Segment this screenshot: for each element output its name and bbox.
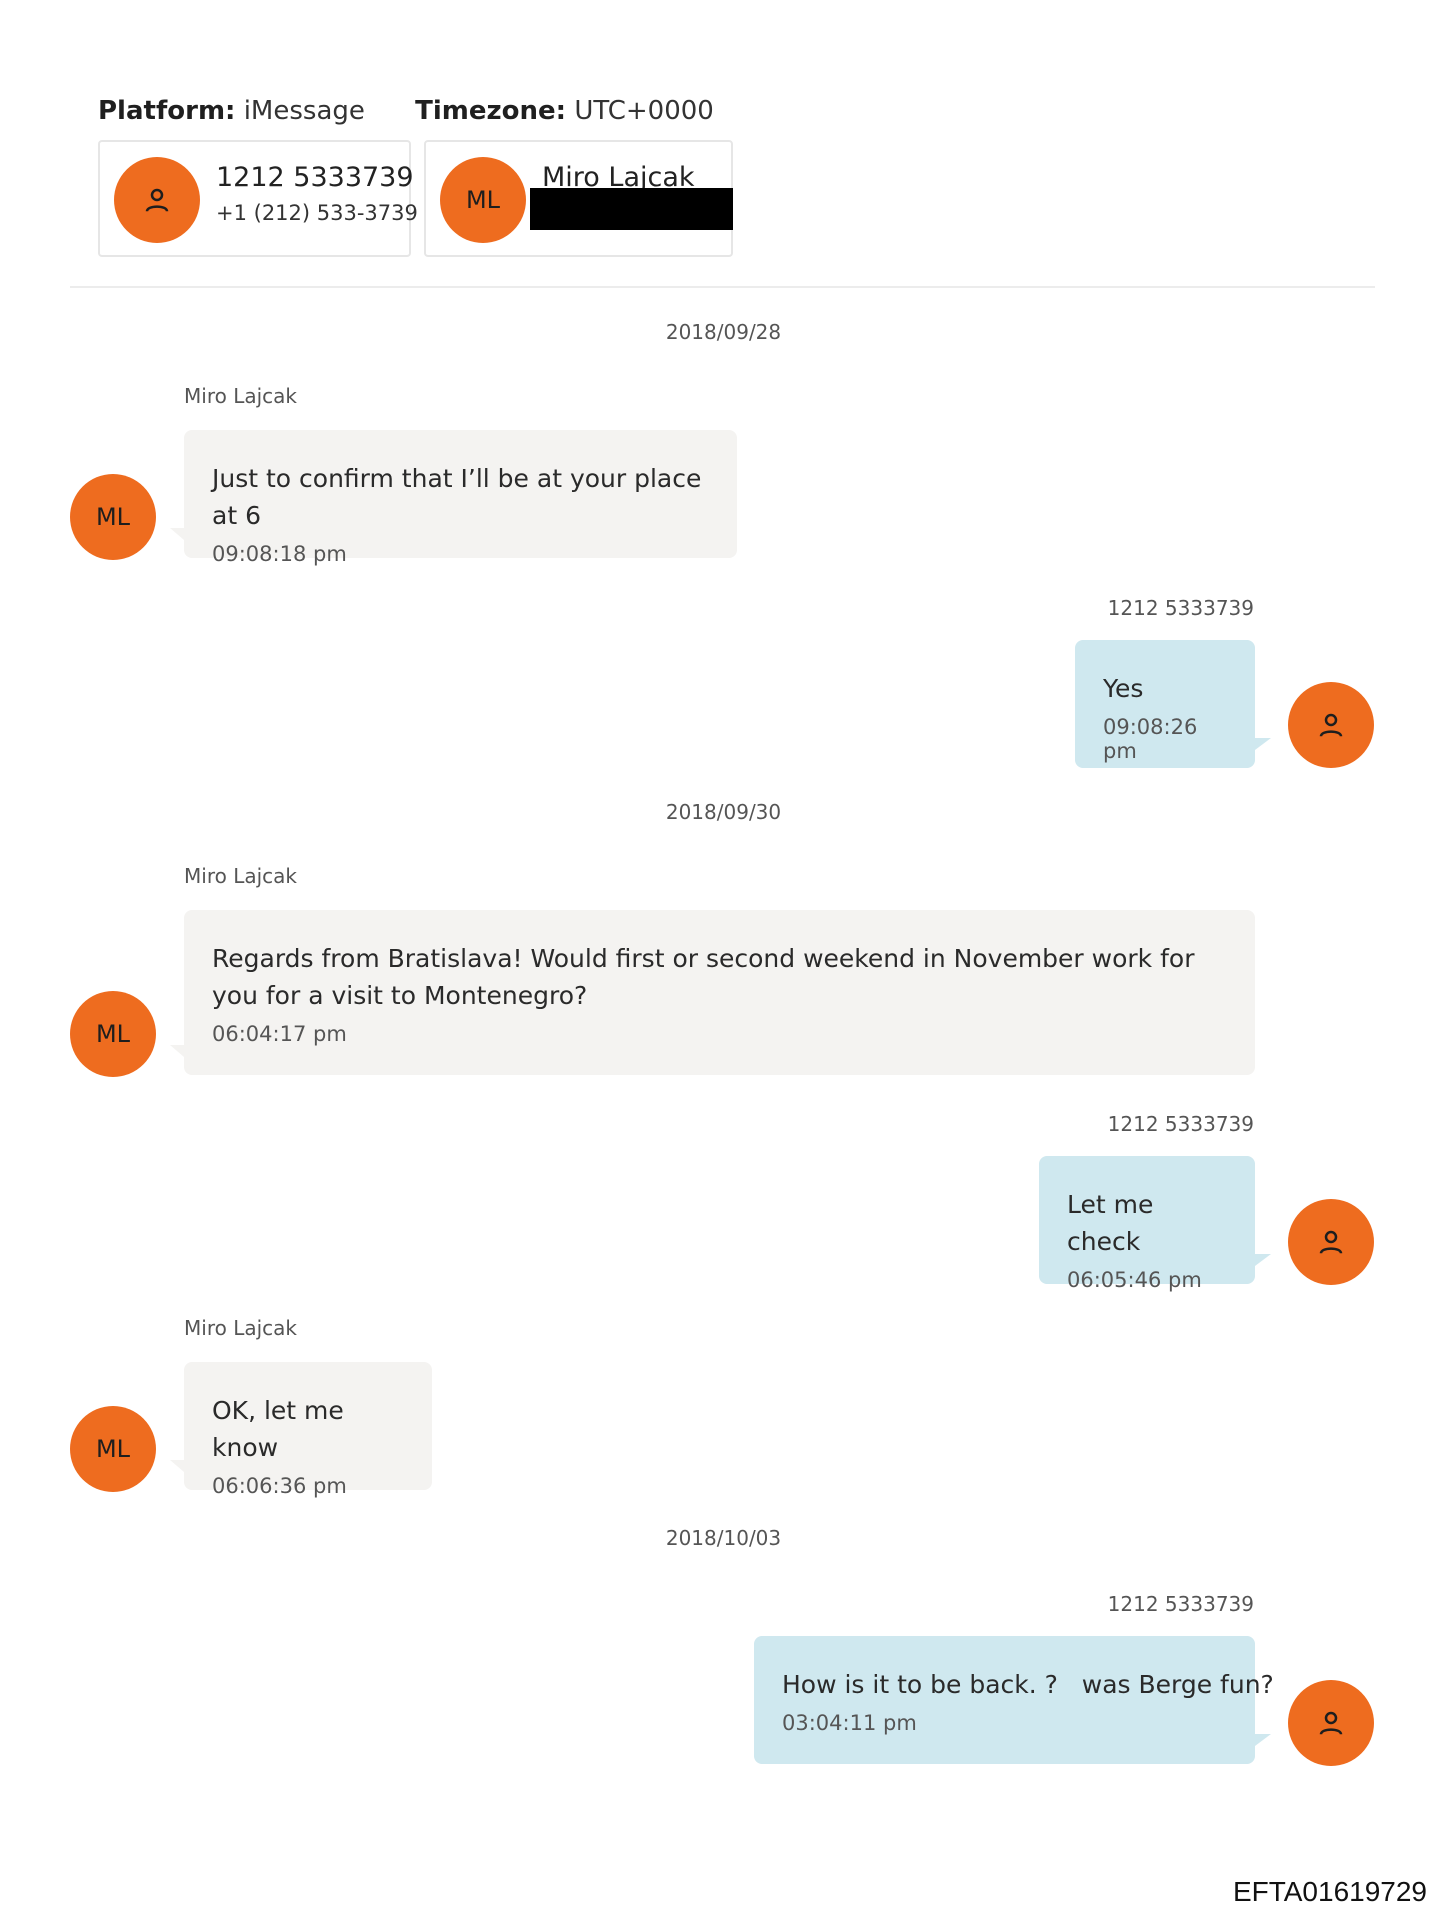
message-time: 09:08:26 pm xyxy=(1103,715,1198,763)
platform-label: Platform: xyxy=(98,96,236,126)
message-time: 06:06:36 pm xyxy=(212,1474,347,1498)
message-bubble-incoming: Just to confirm that I’ll be at your pla… xyxy=(170,430,737,566)
message-time: 03:04:11 pm xyxy=(782,1711,917,1735)
message-bubble-incoming: OK, let me know 06:06:36 pm xyxy=(170,1362,432,1498)
message-text: Let me check xyxy=(1067,1190,1154,1256)
platform-value: iMessage xyxy=(243,96,365,126)
message-bubble-outgoing: Let me check 06:05:46 pm xyxy=(1039,1156,1271,1292)
message-text: OK, let me know xyxy=(212,1396,344,1462)
initials-avatar: ML xyxy=(70,474,156,560)
message-bubble-outgoing: How is it to be back. ? was Berge fun? 0… xyxy=(754,1636,1274,1764)
person-icon xyxy=(1288,1199,1374,1285)
timezone-label: Timezone: xyxy=(415,96,567,126)
header-divider xyxy=(70,286,1375,288)
initials-avatar: ML xyxy=(70,991,156,1077)
sender-label: Miro Lajcak xyxy=(184,384,297,408)
sender-label: 1212 5333739 xyxy=(1107,1112,1254,1136)
message-text: Regards from Bratislava! Would first or … xyxy=(212,944,1195,1010)
redaction-bar xyxy=(530,188,733,230)
date-separator: 2018/09/30 xyxy=(665,800,782,824)
person-icon xyxy=(1288,682,1374,768)
message-text: Yes xyxy=(1103,674,1144,703)
message-time: 06:04:17 pm xyxy=(212,1022,347,1046)
person-icon xyxy=(114,157,200,243)
participant-card-miro: ML Miro Lajcak xyxy=(424,140,733,257)
sender-label: 1212 5333739 xyxy=(1107,596,1254,620)
participant-phone: +1 (212) 533-3739 xyxy=(216,201,418,225)
initials-avatar: ML xyxy=(440,157,526,243)
conversation-meta: Platform: iMessage Timezone: UTC+0000 xyxy=(98,96,714,126)
message-bubble-incoming: Regards from Bratislava! Would first or … xyxy=(170,910,1255,1075)
date-separator: 2018/10/03 xyxy=(665,1526,782,1550)
message-text: How is it to be back. ? was Berge fun? xyxy=(782,1670,1274,1699)
date-separator: 2018/09/28 xyxy=(665,320,782,344)
person-icon xyxy=(1288,1680,1374,1766)
sender-label: 1212 5333739 xyxy=(1107,1592,1254,1616)
participant-card-phone: 1212 5333739 +1 (212) 533-3739 xyxy=(98,140,418,257)
message-text: Just to confirm that I’ll be at your pla… xyxy=(212,464,702,530)
message-time: 06:05:46 pm xyxy=(1067,1268,1202,1292)
bates-number: EFTA01619729 xyxy=(1232,1876,1427,1907)
message-time: 09:08:18 pm xyxy=(212,542,347,566)
initials-avatar: ML xyxy=(70,1406,156,1492)
sender-label: Miro Lajcak xyxy=(184,864,297,888)
timezone-value: UTC+0000 xyxy=(574,96,714,126)
sender-label: Miro Lajcak xyxy=(184,1316,297,1340)
participant-name: 1212 5333739 xyxy=(216,162,414,193)
message-bubble-outgoing: Yes 09:08:26 pm xyxy=(1075,640,1271,768)
